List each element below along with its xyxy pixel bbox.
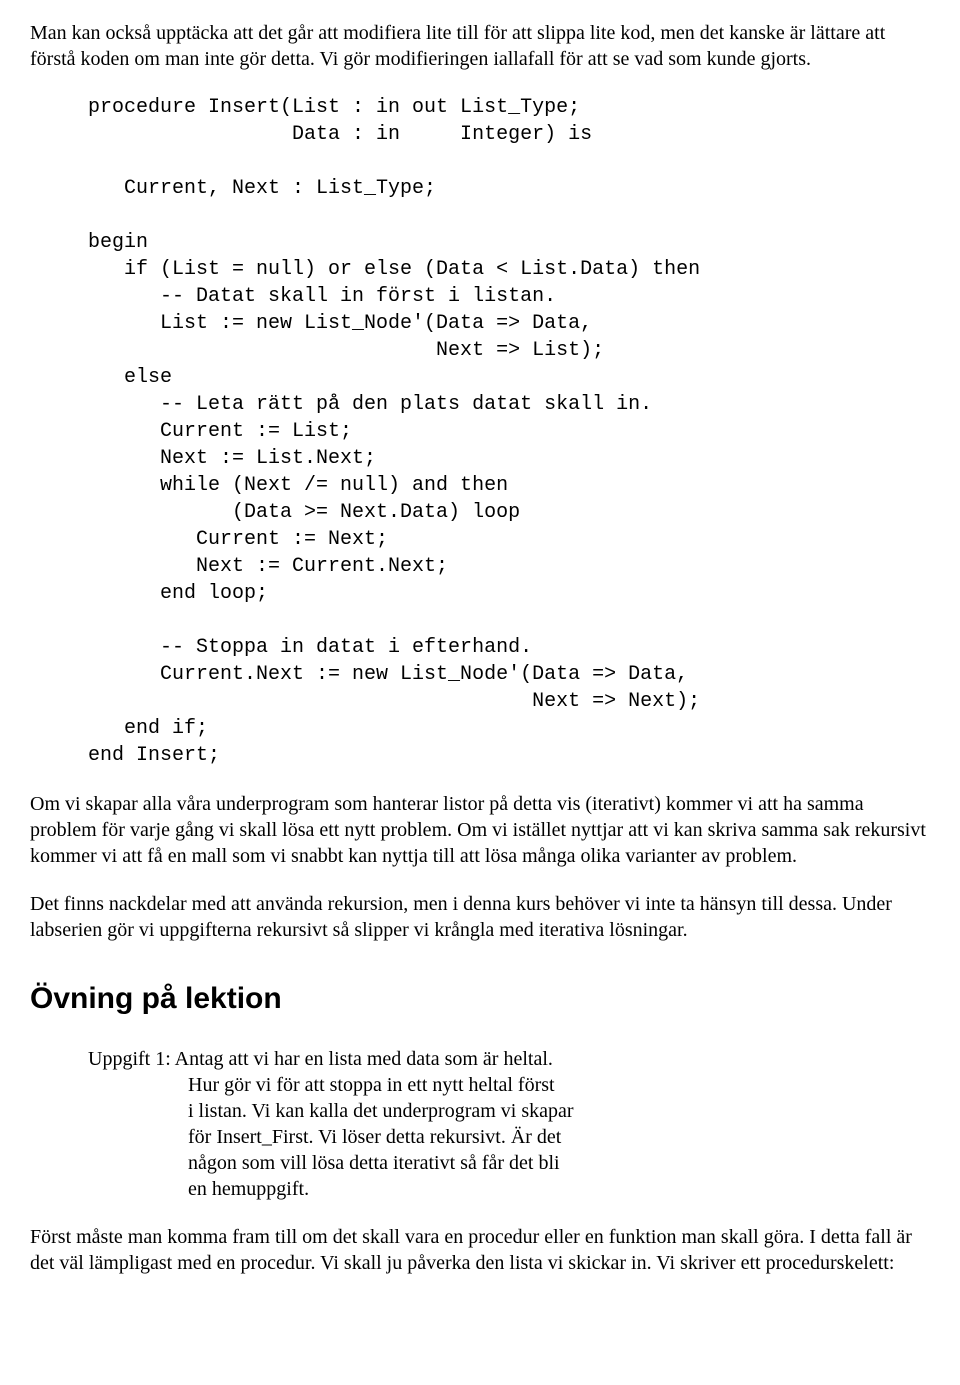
exercise-line-6: en hemuppgift. [88, 1176, 930, 1202]
exercise-line-2: Hur gör vi för att stoppa in ett nytt he… [88, 1072, 930, 1098]
exercise-line-3: i listan. Vi kan kalla det underprogram … [88, 1098, 930, 1124]
paragraph-iterative-problem: Om vi skapar alla våra underprogram som … [30, 791, 930, 869]
code-block-insert-procedure: procedure Insert(List : in out List_Type… [30, 94, 930, 769]
paragraph-procedure-skeleton: Först måste man komma fram till om det s… [30, 1224, 930, 1276]
exercise-line-1: Uppgift 1: Antag att vi har en lista med… [88, 1046, 930, 1072]
exercise-line-4: för Insert_First. Vi löser detta rekursi… [88, 1124, 930, 1150]
paragraph-recursion-note: Det finns nackdelar med att använda reku… [30, 891, 930, 943]
section-heading-exercise: Övning på lektion [30, 979, 930, 1018]
intro-paragraph: Man kan också upptäcka att det går att m… [30, 20, 930, 72]
exercise-block: Uppgift 1: Antag att vi har en lista med… [30, 1046, 930, 1202]
document-page: Man kan också upptäcka att det går att m… [0, 0, 960, 1385]
exercise-line-5: någon som vill lösa detta iterativt så f… [88, 1150, 930, 1176]
